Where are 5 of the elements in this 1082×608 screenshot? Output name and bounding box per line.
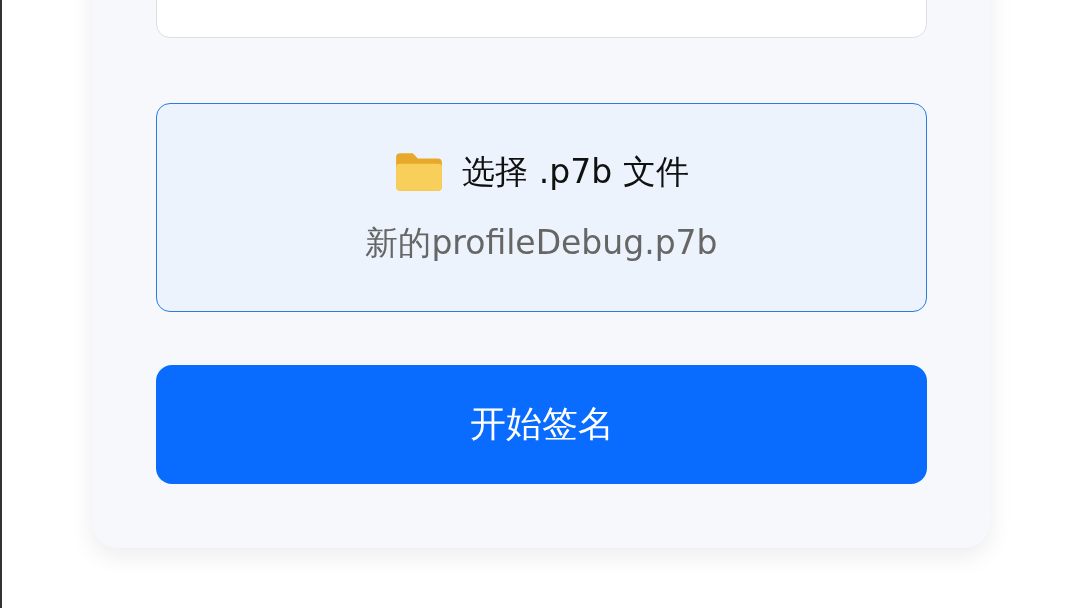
folder-icon — [394, 151, 445, 193]
picker-label: 选择 .p7b 文件 — [462, 150, 689, 193]
file-picker[interactable]: 选择 .p7b 文件 新的profileDebug.p7b — [156, 103, 927, 312]
start-signing-button[interactable]: 开始签名 — [156, 365, 927, 484]
file-name: 新的profileDebug.p7b — [365, 221, 718, 264]
